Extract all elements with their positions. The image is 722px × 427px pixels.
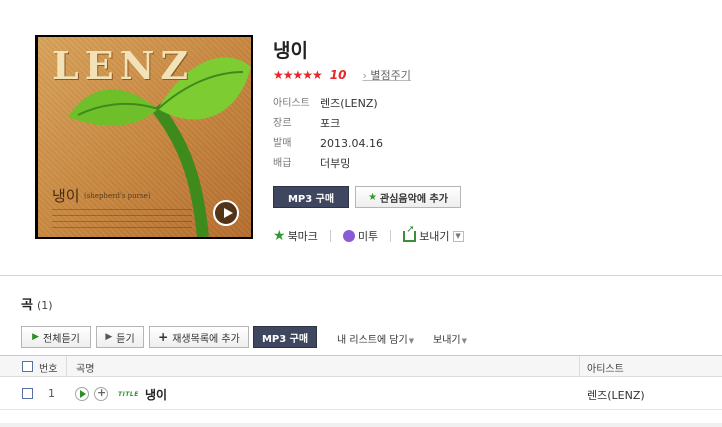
meta-key: 발매 xyxy=(273,138,292,149)
rate-link[interactable]: 별점주기 xyxy=(363,67,410,83)
select-all-checkbox[interactable] xyxy=(22,361,33,372)
column-separator xyxy=(66,356,67,377)
rating-value: 10 xyxy=(329,68,347,82)
rating-row: ★★★★★ 10 별점주기 xyxy=(273,67,411,83)
plus-icon: + xyxy=(158,330,169,344)
cover-subtitle: (shepherd's purse) xyxy=(84,192,151,200)
meta-key: 아티스트 xyxy=(273,98,310,109)
row-artist-link[interactable]: 렌즈(LENZ) xyxy=(587,387,645,403)
meta-release-date: 2013.04.16 xyxy=(320,137,383,150)
column-song: 곡명 xyxy=(76,364,95,375)
add-my-list-label: 내 리스트에 담기 xyxy=(337,335,408,346)
green-star-icon: ★ xyxy=(368,191,378,203)
bookmark-button[interactable]: ★ 북마크 xyxy=(273,228,318,244)
meta-row-genre: 장르 포크 xyxy=(273,114,383,134)
metoo-icon xyxy=(342,230,355,242)
table-row: 1 TITLE 냉이 렌즈(LENZ) xyxy=(0,378,722,410)
row-checkbox[interactable] xyxy=(22,388,33,399)
section-divider xyxy=(0,275,722,276)
songs-count: (1) xyxy=(36,299,53,312)
send-toolbar-label: 보내기 xyxy=(433,335,461,346)
column-number: 번호 xyxy=(39,364,58,375)
row-play-icon[interactable] xyxy=(75,387,89,401)
caret-down-icon: ▼ xyxy=(408,337,415,345)
bookmark-star-icon: ★ xyxy=(273,228,286,244)
cover-logo: LENZ xyxy=(52,43,195,88)
album-title: 냉이 xyxy=(273,40,308,62)
add-playlist-label: 재생목록에 추가 xyxy=(172,333,240,345)
meta-row-release: 발매 2013.04.16 xyxy=(273,134,383,154)
listen-label: 듣기 xyxy=(116,333,135,345)
listen-button[interactable]: ▶ 듣기 xyxy=(96,326,144,348)
rating-stars-icon: ★★★★★ xyxy=(273,68,323,82)
songs-title: 곡 xyxy=(21,298,33,313)
meta-distributor: 더부밍 xyxy=(320,157,351,170)
play-all-label: 전체듣기 xyxy=(43,333,80,345)
meta-key: 배급 xyxy=(273,158,292,169)
caret-down-icon: ▼ xyxy=(461,337,467,345)
send-icon xyxy=(403,224,417,242)
meta-key: 장르 xyxy=(273,118,292,129)
add-favorite-button[interactable]: ★ 관심음악에 추가 xyxy=(355,186,461,208)
column-separator xyxy=(579,356,580,377)
songs-section-title: 곡 (1) xyxy=(21,294,53,313)
play-all-button[interactable]: ▶ 전체듣기 xyxy=(21,326,91,348)
chevron-down-icon[interactable]: ▼ xyxy=(452,230,464,242)
metoo-label: 미투 xyxy=(357,230,379,243)
column-artist: 아티스트 xyxy=(587,364,624,375)
meta-row-distributor: 배급 더부밍 xyxy=(273,154,383,174)
cover-title: 냉이 xyxy=(52,187,80,205)
cover-lyrics-lines xyxy=(52,209,192,233)
bottom-strip xyxy=(0,423,722,427)
song-name-link[interactable]: 냉이 xyxy=(145,386,167,403)
separator xyxy=(390,230,392,242)
metoo-button[interactable]: 미투 xyxy=(342,228,379,244)
meta-artist-link[interactable]: 렌즈(LENZ) xyxy=(320,94,378,114)
send-label: 보내기 xyxy=(419,230,450,243)
bookmark-label: 북마크 xyxy=(287,230,318,243)
buy-mp3-button[interactable]: MP3 구매 xyxy=(273,186,349,208)
title-track-badge: TITLE xyxy=(118,391,139,398)
row-number: 1 xyxy=(48,387,55,400)
cover-play-button[interactable] xyxy=(213,200,239,226)
album-meta: 아티스트 렌즈(LENZ) 장르 포크 발매 2013.04.16 배급 더부밍 xyxy=(273,94,383,174)
add-favorite-label: 관심음악에 추가 xyxy=(380,193,448,205)
buy-mp3-toolbar-button[interactable]: MP3 구매 xyxy=(253,326,317,348)
add-playlist-button[interactable]: + 재생목록에 추가 xyxy=(149,326,249,348)
add-my-list-dropdown[interactable]: 내 리스트에 담기▼ xyxy=(337,331,414,346)
send-button[interactable]: 보내기 ▼ xyxy=(403,224,464,244)
play-icon: ▶ xyxy=(105,332,113,342)
row-add-icon[interactable] xyxy=(94,386,108,401)
play-icon: ▶ xyxy=(32,332,40,342)
meta-row-artist: 아티스트 렌즈(LENZ) xyxy=(273,94,383,114)
separator xyxy=(329,230,331,242)
meta-genre: 포크 xyxy=(320,117,341,130)
song-table-header: 번호 곡명 아티스트 xyxy=(0,355,722,377)
send-dropdown[interactable]: 보내기▼ xyxy=(433,331,467,346)
social-actions: ★ 북마크 미투 보내기 ▼ xyxy=(273,224,476,244)
